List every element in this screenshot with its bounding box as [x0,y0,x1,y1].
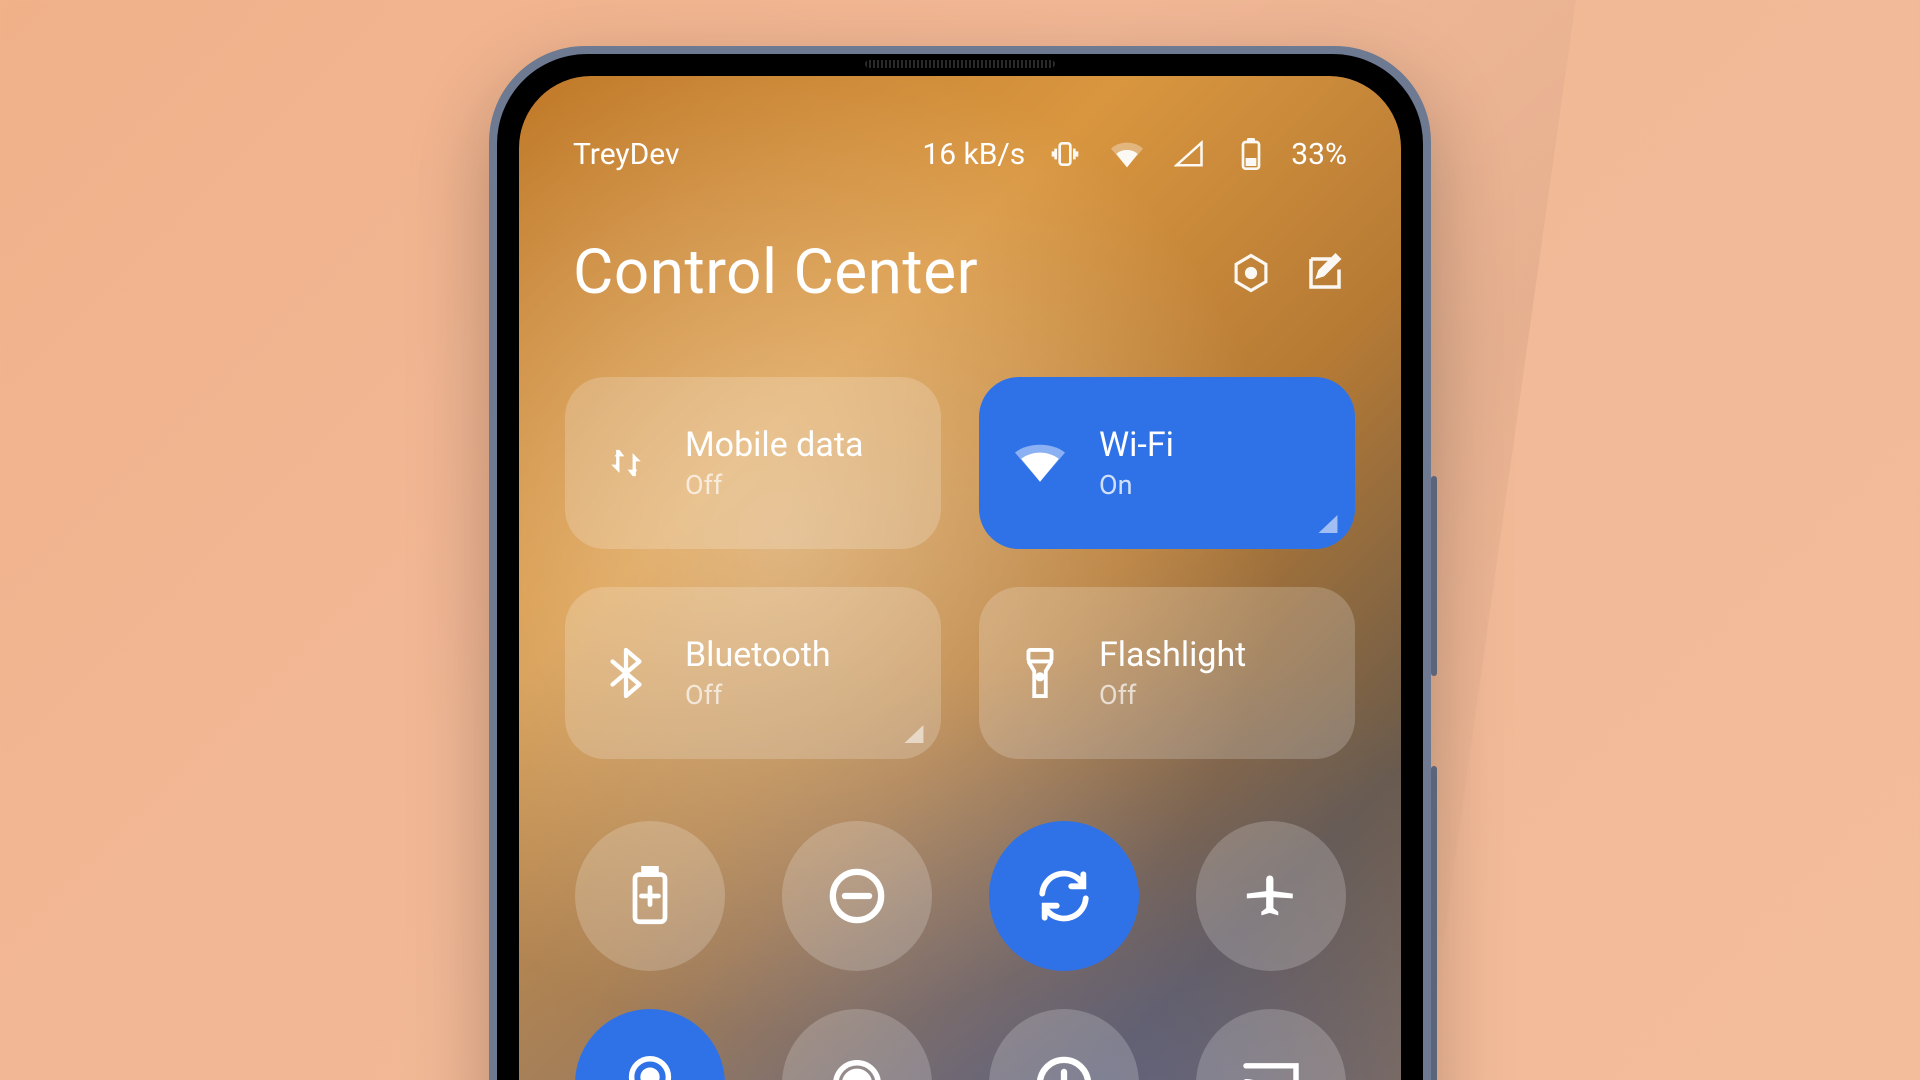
tile-mobile-data[interactable]: Mobile data Off [565,377,941,549]
toggle-hotspot[interactable] [782,1009,932,1080]
expand-corner-icon[interactable] [905,725,924,743]
tile-bluetooth[interactable]: Bluetooth Off [565,587,941,759]
tile-state: On [1099,469,1174,501]
toggle-airplane[interactable] [1196,821,1346,971]
tile-label: Wi-Fi [1099,425,1174,465]
phone-frame: TreyDev 16 kB/s 33% [489,46,1431,1080]
battery-saver-icon [630,866,670,926]
edit-icon[interactable] [1303,251,1347,295]
tile-flashlight[interactable]: Flashlight Off [979,587,1355,759]
status-bar: TreyDev 16 kB/s 33% [519,76,1401,176]
toggle-location[interactable] [575,1009,725,1080]
page-title: Control Center [573,236,1199,309]
bluetooth-icon [601,648,651,698]
status-battery-pct: 33% [1291,137,1347,172]
circle-toggles-grid [519,759,1401,1080]
tile-state: Off [1099,679,1246,711]
tile-state: Off [685,469,863,501]
vibrate-icon [1043,132,1087,176]
wifi-icon [1015,438,1065,488]
toggle-add-data[interactable] [989,1009,1139,1080]
tile-label: Flashlight [1099,635,1246,675]
flashlight-icon [1015,648,1065,698]
toggle-dnd[interactable] [782,821,932,971]
cell-signal-icon [1167,132,1211,176]
location-icon [627,1054,673,1080]
mobile-data-icon [601,438,651,488]
toggle-battery-saver[interactable] [575,821,725,971]
airplane-icon [1242,867,1300,925]
settings-icon[interactable] [1229,251,1273,295]
tile-label: Mobile data [685,425,863,465]
tile-label: Bluetooth [685,635,831,675]
quick-tiles-grid: Mobile data Off Wi-Fi On [519,309,1401,759]
control-center-header: Control Center [519,176,1401,309]
status-net-speed: 16 kB/s [922,137,1025,172]
toggle-cast[interactable] [1196,1009,1346,1080]
tile-wifi[interactable]: Wi-Fi On [979,377,1355,549]
screen: TreyDev 16 kB/s 33% [519,76,1401,1080]
tile-state: Off [685,679,831,711]
dnd-icon [828,867,886,925]
expand-corner-icon[interactable] [1319,515,1338,533]
cast-icon [1241,1059,1301,1080]
add-data-icon [1035,1055,1093,1080]
status-carrier: TreyDev [573,137,904,172]
phone-bezel: TreyDev 16 kB/s 33% [497,54,1423,1080]
auto-rotate-icon [1035,867,1093,925]
wifi-signal-icon [1105,132,1149,176]
toggle-auto-rotate[interactable] [989,821,1139,971]
phone-speaker [865,60,1055,68]
hotspot-icon [827,1054,887,1080]
battery-icon [1229,132,1273,176]
